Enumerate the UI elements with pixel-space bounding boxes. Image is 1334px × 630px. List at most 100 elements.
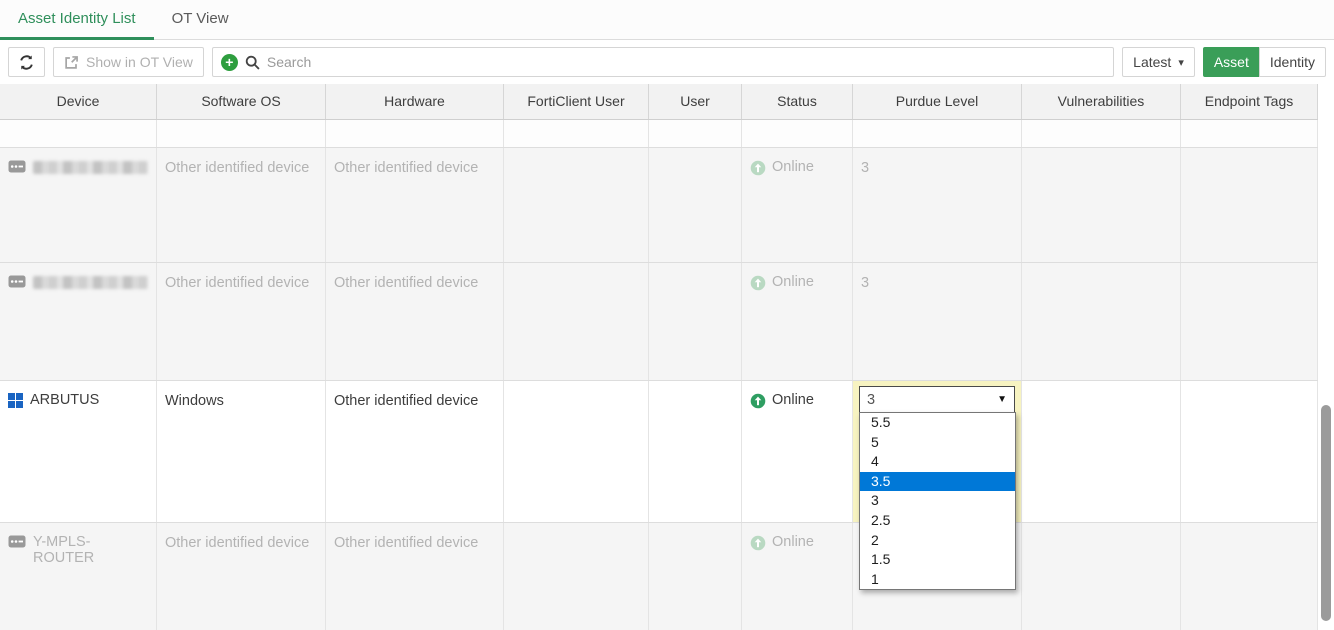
search-box: + [212,47,1114,77]
vulnerabilities-cell [1022,523,1181,630]
table-row[interactable]: Y-MPLS-ROUTER Other identified device Ot… [0,523,1318,630]
forticlient-user-cell [504,263,649,380]
vulnerabilities-cell [1022,381,1181,522]
dropdown-option[interactable]: 5.5 [860,413,1015,433]
online-status-icon [750,275,766,291]
hardware-cell: Other identified device [326,523,504,630]
tab-asset-identity-list[interactable]: Asset Identity List [0,0,154,39]
generic-device-icon [8,275,26,288]
forticlient-user-cell [504,148,649,262]
latest-label: Latest [1133,54,1171,70]
show-in-ot-view-button[interactable]: Show in OT View [53,47,204,77]
device-cell [0,263,157,380]
asset-table: Device Software OS Hardware FortiClient … [0,84,1318,630]
tab-label: Asset Identity List [18,10,136,27]
purdue-level-selected-value: 3 [867,392,875,408]
select-arrow-icon: ▼ [997,394,1007,405]
column-header-vulnerabilities[interactable]: Vulnerabilities [1022,84,1181,119]
table-row[interactable]: ARBUTUS Windows Other identified device … [0,381,1318,523]
asset-identity-toggle: Asset Identity [1203,47,1326,77]
table-header-row: Device Software OS Hardware FortiClient … [0,84,1318,120]
forticlient-user-cell [504,523,649,630]
chevron-down-icon: ▾ [1178,56,1184,69]
dropdown-option[interactable]: 4 [860,452,1015,472]
toolbar: Show in OT View + Latest ▾ Asset Identit… [0,40,1334,84]
dropdown-option[interactable]: 5 [860,433,1015,453]
hardware-cell: Other identified device [326,263,504,380]
status-label: Online [772,392,814,408]
device-cell [0,148,157,262]
dropdown-option[interactable]: 3 [860,491,1015,511]
column-header-forticlient-user[interactable]: FortiClient User [504,84,649,119]
asset-identity-app: Asset Identity List OT View Show in OT V… [0,0,1334,630]
user-cell [649,381,742,522]
tab-bar: Asset Identity List OT View [0,0,1334,40]
online-status-icon [750,393,766,409]
device-cell: ARBUTUS [0,381,157,522]
endpoint-tags-cell [1181,263,1318,380]
software-os-cell: Windows [157,381,326,522]
column-header-hardware[interactable]: Hardware [326,84,504,119]
device-name: Y-MPLS-ROUTER [33,534,148,566]
table-row[interactable]: Other identified device Other identified… [0,148,1318,263]
identity-toggle-button[interactable]: Identity [1259,47,1326,77]
user-cell [649,523,742,630]
dropdown-option-highlighted[interactable]: 3.5 [860,472,1015,492]
user-cell [649,263,742,380]
status-label: Online [772,159,814,175]
status-cell: Online [742,381,853,522]
generic-device-icon [8,535,26,548]
column-header-endpoint-tags[interactable]: Endpoint Tags [1181,84,1318,119]
status-label: Online [772,274,814,290]
asset-toggle-button[interactable]: Asset [1203,47,1259,77]
vulnerabilities-cell [1022,148,1181,262]
generic-device-icon [8,160,26,173]
table-row[interactable]: Other identified device Other identified… [0,263,1318,381]
user-cell [649,148,742,262]
search-icon [245,55,260,70]
partial-row [0,120,1318,148]
endpoint-tags-cell [1181,381,1318,522]
column-header-software-os[interactable]: Software OS [157,84,326,119]
tab-ot-view[interactable]: OT View [154,0,247,39]
column-header-device[interactable]: Device [0,84,157,119]
scrollbar-thumb[interactable] [1321,405,1331,621]
dropdown-option[interactable]: 1 [860,570,1015,590]
asset-toggle-label: Asset [1214,54,1249,70]
refresh-button[interactable] [8,47,45,77]
purdue-level-select[interactable]: 3 ▼ [859,386,1015,413]
endpoint-tags-cell [1181,148,1318,262]
column-header-status[interactable]: Status [742,84,853,119]
hardware-cell: Other identified device [326,148,504,262]
windows-icon [8,393,23,408]
software-os-cell: Other identified device [157,263,326,380]
vertical-scrollbar[interactable] [1318,84,1334,630]
hardware-cell: Other identified device [326,381,504,522]
purdue-level-cell[interactable]: 3 [853,263,1022,380]
status-cell: Online [742,148,853,262]
dropdown-option[interactable]: 1.5 [860,550,1015,570]
online-status-icon [750,535,766,551]
column-header-purdue-level[interactable]: Purdue Level [853,84,1022,119]
dropdown-option[interactable]: 2.5 [860,511,1015,531]
add-search-filter-icon[interactable]: + [221,54,238,71]
redacted-device-name [33,276,148,289]
column-header-user[interactable]: User [649,84,742,119]
show-in-ot-view-label: Show in OT View [86,54,193,70]
software-os-cell: Other identified device [157,148,326,262]
vulnerabilities-cell [1022,263,1181,380]
dropdown-option[interactable]: 2 [860,531,1015,551]
forticlient-user-cell [504,381,649,522]
status-label: Online [772,534,814,550]
endpoint-tags-cell [1181,523,1318,630]
latest-dropdown-button[interactable]: Latest ▾ [1122,47,1195,77]
online-status-icon [750,160,766,176]
device-cell: Y-MPLS-ROUTER [0,523,157,630]
purdue-level-cell[interactable]: 3 [853,148,1022,262]
software-os-cell: Other identified device [157,523,326,630]
tab-label: OT View [172,10,229,27]
search-input[interactable] [267,54,1105,70]
identity-toggle-label: Identity [1270,54,1315,70]
status-cell: Online [742,263,853,380]
purdue-level-dropdown-list: 5.5 5 4 3.5 3 2.5 2 1.5 1 [859,412,1016,590]
